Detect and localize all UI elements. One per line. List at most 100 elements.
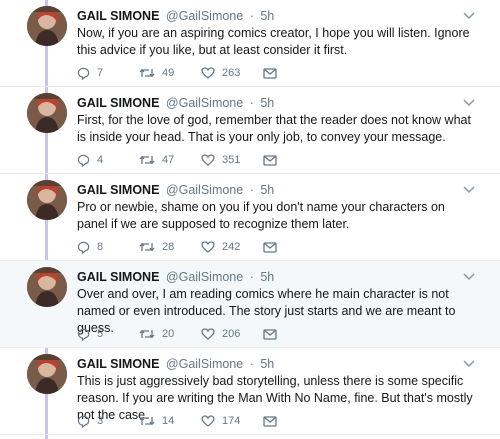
tweet-header: GAIL SIMONE @GailSimone · 5h	[77, 8, 274, 24]
reply-count: 5	[97, 328, 104, 340]
chevron-down-icon[interactable]	[462, 10, 476, 22]
tweet[interactable]: GAIL SIMONE @GailSimone · 5h This is jus…	[0, 348, 500, 435]
reply-icon	[77, 328, 90, 341]
separator-dot: ·	[249, 96, 254, 110]
timestamp[interactable]: 5h	[260, 96, 274, 110]
tweet[interactable]: GAIL SIMONE @GailSimone · 5h Pro or newb…	[0, 174, 500, 261]
tweet-header: GAIL SIMONE @GailSimone · 5h	[77, 269, 274, 285]
tweet-header: GAIL SIMONE @GailSimone · 5h	[77, 356, 274, 372]
separator-dot: ·	[249, 357, 254, 371]
tweet-actions: 5 20 206	[77, 327, 279, 341]
tweet-header: GAIL SIMONE @GailSimone · 5h	[77, 95, 274, 111]
reply-button[interactable]: 3	[77, 414, 139, 428]
tweet-text: First, for the love of god, remember tha…	[77, 113, 471, 144]
author-handle[interactable]: @GailSimone	[166, 357, 243, 371]
author-name[interactable]: GAIL SIMONE	[77, 96, 159, 110]
direct-message-button[interactable]	[263, 327, 279, 341]
tweet-actions: 8 28 242	[77, 240, 279, 254]
envelope-icon	[263, 154, 277, 166]
like-count: 242	[222, 241, 241, 253]
avatar-image	[27, 93, 67, 133]
retweet-icon	[139, 155, 155, 165]
heart-icon	[201, 67, 215, 79]
retweet-button[interactable]: 47	[139, 153, 201, 167]
envelope-icon	[263, 415, 277, 427]
like-button[interactable]: 263	[201, 66, 263, 80]
timestamp[interactable]: 5h	[260, 270, 274, 284]
chevron-down-icon[interactable]	[462, 184, 476, 196]
like-count: 206	[222, 328, 241, 340]
separator-dot: ·	[249, 183, 254, 197]
direct-message-button[interactable]	[263, 153, 279, 167]
heart-icon	[201, 241, 215, 253]
avatar[interactable]	[27, 180, 67, 220]
chevron-down-icon[interactable]	[462, 271, 476, 283]
like-button[interactable]: 351	[201, 153, 263, 167]
avatar-image	[27, 267, 67, 307]
tweet-actions: 4 47 351	[77, 153, 279, 167]
heart-icon	[201, 328, 215, 340]
like-count: 351	[222, 154, 241, 166]
tweet[interactable]: GAIL SIMONE @GailSimone · 5h Now, if you…	[0, 0, 500, 87]
avatar[interactable]	[27, 354, 67, 394]
author-handle[interactable]: @GailSimone	[166, 9, 243, 23]
direct-message-button[interactable]	[263, 240, 279, 254]
author-name[interactable]: GAIL SIMONE	[77, 9, 159, 23]
chevron-down-icon[interactable]	[462, 358, 476, 370]
tweet[interactable]: GAIL SIMONE @GailSimone · 5h Over and ov…	[0, 261, 500, 348]
avatar[interactable]	[27, 267, 67, 307]
tweet[interactable]: GAIL SIMONE @GailSimone · 5h First, for …	[0, 87, 500, 174]
retweet-button[interactable]: 28	[139, 240, 201, 254]
direct-message-button[interactable]	[263, 66, 279, 80]
retweet-button[interactable]: 49	[139, 66, 201, 80]
avatar[interactable]	[27, 6, 67, 46]
reply-count: 8	[97, 241, 104, 253]
like-button[interactable]: 242	[201, 240, 263, 254]
timestamp[interactable]: 5h	[260, 9, 274, 23]
timestamp[interactable]: 5h	[260, 183, 274, 197]
retweet-icon	[139, 68, 155, 78]
author-name[interactable]: GAIL SIMONE	[77, 357, 159, 371]
author-handle[interactable]: @GailSimone	[166, 270, 243, 284]
heart-icon	[201, 415, 215, 427]
like-count: 174	[222, 415, 241, 427]
reply-icon	[77, 154, 90, 167]
avatar-image	[27, 180, 67, 220]
retweet-button[interactable]: 14	[139, 414, 201, 428]
like-count: 263	[222, 67, 241, 79]
author-handle[interactable]: @GailSimone	[166, 183, 243, 197]
direct-message-button[interactable]	[263, 414, 279, 428]
reply-button[interactable]: 8	[77, 240, 139, 254]
retweet-icon	[139, 242, 155, 252]
reply-button[interactable]: 4	[77, 153, 139, 167]
retweet-count: 14	[162, 415, 175, 427]
reply-icon	[77, 241, 90, 254]
avatar[interactable]	[27, 93, 67, 133]
reply-icon	[77, 67, 90, 80]
heart-icon	[201, 154, 215, 166]
tweet-actions: 3 14 174	[77, 414, 279, 428]
envelope-icon	[263, 241, 277, 253]
timestamp[interactable]: 5h	[260, 357, 274, 371]
reply-count: 3	[97, 415, 104, 427]
reply-button[interactable]: 5	[77, 327, 139, 341]
tweet-actions: 7 49 263	[77, 66, 279, 80]
author-name[interactable]: GAIL SIMONE	[77, 270, 159, 284]
retweet-count: 47	[162, 154, 175, 166]
like-button[interactable]: 174	[201, 414, 263, 428]
tweet-text: Pro or newbie, shame on you if you don't…	[77, 200, 445, 231]
author-handle[interactable]: @GailSimone	[166, 96, 243, 110]
retweet-button[interactable]: 20	[139, 327, 201, 341]
tweet-text: Now, if you are an aspiring comics creat…	[77, 26, 470, 57]
author-name[interactable]: GAIL SIMONE	[77, 183, 159, 197]
chevron-down-icon[interactable]	[462, 97, 476, 109]
retweet-count: 20	[162, 328, 175, 340]
separator-dot: ·	[249, 9, 254, 23]
avatar-image	[27, 6, 67, 46]
reply-button[interactable]: 7	[77, 66, 139, 80]
retweet-icon	[139, 329, 155, 339]
envelope-icon	[263, 328, 277, 340]
like-button[interactable]: 206	[201, 327, 263, 341]
separator-dot: ·	[249, 270, 254, 284]
tweet-header: GAIL SIMONE @GailSimone · 5h	[77, 182, 274, 198]
